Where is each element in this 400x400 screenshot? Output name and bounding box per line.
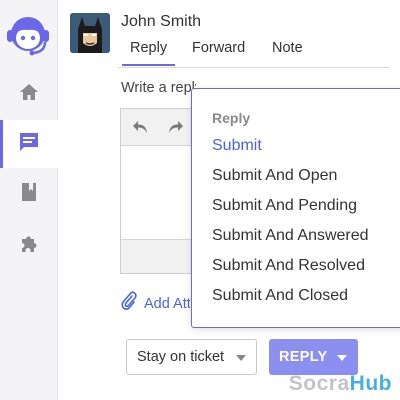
knowledgebase-book-icon: [20, 182, 38, 207]
chevron-down-icon: [236, 355, 246, 361]
tab-forward[interactable]: Forward: [192, 40, 245, 64]
sidebar-item-home[interactable]: [0, 70, 58, 118]
reply-tabs: Reply Forward Note: [118, 40, 390, 68]
reply-placeholder: Write a reply: [121, 80, 196, 96]
watermark-logo: SocraHub: [289, 372, 392, 396]
tickets-chat-icon: [18, 131, 40, 158]
headset-agent-logo-icon[interactable]: [5, 8, 51, 60]
tab-reply[interactable]: Reply: [122, 40, 176, 66]
sidebar-item-tickets[interactable]: [0, 120, 58, 168]
watermark-part1: Socra: [288, 372, 350, 395]
sidebar-item-apps[interactable]: [0, 222, 58, 270]
menu-item-submit-and-answered[interactable]: Submit And Answered: [212, 227, 369, 245]
after-reply-select[interactable]: Stay on ticket: [126, 339, 257, 375]
after-reply-value: Stay on ticket: [137, 349, 225, 365]
menu-item-submit-and-resolved[interactable]: Submit And Resolved: [212, 257, 365, 275]
reply-options-dropdown: Reply Submit Submit And Open Submit And …: [191, 88, 400, 328]
apps-puzzle-icon: [19, 234, 39, 259]
sidebar-item-knowledgebase[interactable]: [0, 170, 58, 218]
tab-note[interactable]: Note: [272, 40, 303, 64]
home-icon: [19, 83, 39, 106]
reply-button[interactable]: REPLY: [269, 339, 358, 375]
redo-icon[interactable]: [167, 118, 185, 136]
paperclip-icon: [120, 291, 138, 316]
add-attachment-link[interactable]: Add Attachment: [120, 291, 190, 316]
dropdown-header: Reply: [212, 110, 251, 126]
sidebar: [0, 0, 58, 400]
menu-item-submit[interactable]: Submit: [212, 137, 262, 155]
reply-button-label: REPLY: [279, 349, 328, 365]
menu-item-submit-and-open[interactable]: Submit And Open: [212, 167, 337, 185]
avatar: [70, 13, 110, 53]
menu-item-submit-and-pending[interactable]: Submit And Pending: [212, 197, 357, 215]
undo-icon[interactable]: [131, 118, 149, 136]
watermark-part2: Hub: [349, 372, 392, 395]
chevron-down-icon[interactable]: [337, 355, 347, 361]
customer-name: John Smith: [121, 13, 202, 30]
add-attachment-label: Add Attachment: [144, 295, 190, 312]
menu-item-submit-and-closed[interactable]: Submit And Closed: [212, 287, 348, 305]
